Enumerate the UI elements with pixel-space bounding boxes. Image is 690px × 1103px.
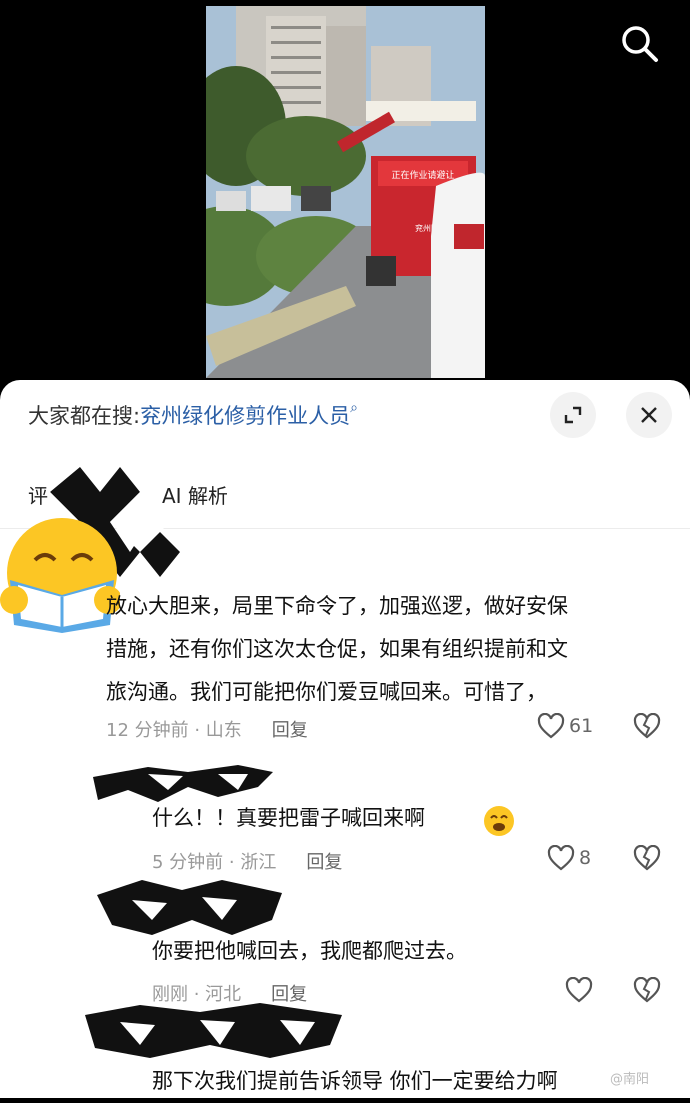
smile-emoji-icon — [484, 806, 514, 836]
redaction-scribble — [85, 1003, 342, 1058]
close-icon — [641, 407, 657, 423]
comment-line: 什么！！真要把雷子喊回来啊 — [152, 806, 425, 830]
comment-line: 放心大胆来，局里下命令了，加强巡逻，做好安保 — [106, 594, 568, 618]
comment-text: 放心大胆来，局里下命令了，加强巡逻，做好安保 措施，还有你们这次太仓促，如果有组… — [106, 585, 568, 714]
broken-heart-icon[interactable] — [633, 713, 661, 739]
truck-sign-text: 正在作业请避让 — [391, 169, 454, 181]
heart-icon — [537, 713, 565, 739]
comment-time-location: 12 分钟前 · 山东 — [106, 720, 242, 741]
comment-text: 你要把他喊回去，我爬都爬过去。 — [152, 930, 467, 973]
comment-meta: 5 分钟前 · 浙江 回复 — [152, 848, 342, 874]
reply-button[interactable]: 回复 — [272, 720, 308, 741]
comment-text: 什么！！真要把雷子喊回来啊 — [152, 797, 425, 840]
like-button[interactable] — [565, 977, 593, 1003]
reply-button[interactable]: 回复 — [306, 852, 342, 873]
comment-line: 措施，还有你们这次太仓促，如果有组织提前和文 — [106, 637, 568, 661]
comment-sheet: 大家都在搜:兖州绿化修剪作业人员⌕ 评 AI 解析 放心大胆来，局里下命令了，加… — [0, 380, 690, 1098]
expand-icon — [564, 406, 582, 424]
small-search-icon: ⌕ — [350, 400, 358, 416]
comment-time-location: 5 分钟前 · 浙江 — [152, 852, 277, 873]
search-suggestion-query[interactable]: 兖州绿化修剪作业人员 — [140, 404, 350, 428]
video-thumbnail: 正在作业请避让 兖州园林 — [206, 6, 485, 378]
like-count: 8 — [579, 847, 592, 869]
reading-emoji-avatar — [0, 518, 120, 633]
like-button[interactable]: 8 — [547, 845, 591, 871]
comment-text: 那下次我们提前告诉领导 你们一定要给力啊 — [152, 1060, 558, 1103]
comment-meta: 12 分钟前 · 山东 回复 — [106, 716, 308, 742]
video-frame[interactable]: 正在作业请避让 兖州园林 — [206, 6, 485, 378]
comment-line: 你要把他喊回去，我爬都爬过去。 — [152, 939, 467, 963]
like-count: 61 — [569, 715, 594, 737]
comment-line: 那下次我们提前告诉领导 你们一定要给力啊 — [152, 1069, 558, 1093]
broken-heart-icon[interactable] — [633, 977, 661, 1003]
watermark: @南阳 — [610, 1072, 650, 1087]
heart-icon — [565, 977, 593, 1003]
broken-heart-icon[interactable] — [633, 845, 661, 871]
expand-button[interactable] — [550, 392, 596, 438]
comment-line: 旅沟通。我们可能把你们爱豆喊回来。可惜了， — [106, 680, 547, 704]
search-icon[interactable] — [620, 24, 660, 64]
like-button[interactable]: 61 — [537, 713, 593, 739]
search-suggestion-prefix: 大家都在搜: — [28, 404, 141, 428]
heart-icon — [547, 845, 575, 871]
search-suggestion[interactable]: 大家都在搜:兖州绿化修剪作业人员⌕ — [28, 400, 358, 430]
close-button[interactable] — [626, 392, 672, 438]
